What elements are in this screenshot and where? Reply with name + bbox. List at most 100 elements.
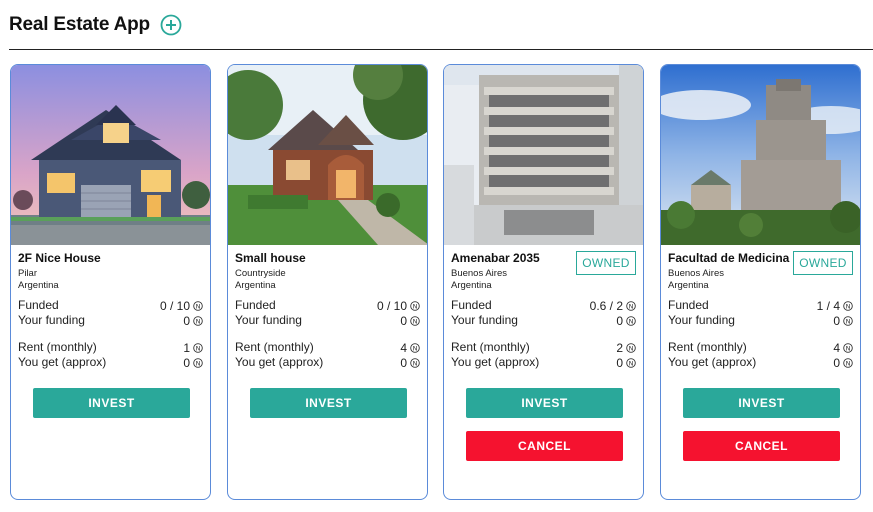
property-country: Argentina bbox=[451, 280, 492, 291]
rent-value: 4 bbox=[400, 340, 407, 355]
app-title: Real Estate App bbox=[9, 14, 150, 35]
cancel-button[interactable]: CANCEL bbox=[683, 431, 840, 461]
invest-button[interactable]: INVEST bbox=[466, 388, 623, 418]
rent-row: Rent (monthly) 1N bbox=[18, 340, 203, 355]
svg-text:N: N bbox=[846, 302, 851, 310]
svg-text:N: N bbox=[413, 302, 418, 310]
funded-value: 0 / 10 bbox=[376, 298, 407, 313]
invest-button[interactable]: INVEST bbox=[250, 388, 407, 418]
token-icon: N bbox=[410, 342, 420, 353]
property-card: Amenabar 2035 OWNED Buenos Aires Argenti… bbox=[443, 64, 644, 500]
your-funding-label: Your funding bbox=[451, 313, 518, 327]
property-image bbox=[661, 65, 860, 245]
token-icon: N bbox=[843, 342, 853, 353]
svg-text:N: N bbox=[846, 317, 851, 325]
token-icon: N bbox=[843, 315, 853, 326]
token-icon: N bbox=[193, 357, 203, 368]
your-funding-label: Your funding bbox=[18, 313, 85, 327]
header: Real Estate App bbox=[9, 10, 182, 40]
property-city: Countryside bbox=[235, 268, 286, 279]
plus-circle-icon bbox=[160, 14, 182, 36]
funded-label: Funded bbox=[235, 298, 276, 312]
svg-text:N: N bbox=[413, 359, 418, 367]
funded-label: Funded bbox=[451, 298, 492, 312]
funded-label: Funded bbox=[668, 298, 709, 312]
you-get-label: You get (approx) bbox=[451, 355, 540, 369]
funded-value: 0 / 10 bbox=[159, 298, 190, 313]
svg-text:N: N bbox=[629, 344, 634, 352]
property-image bbox=[444, 65, 643, 245]
token-icon: N bbox=[410, 300, 420, 311]
property-card: Small house Countryside Argentina Funded… bbox=[227, 64, 428, 500]
rent-value: 2 bbox=[616, 340, 623, 355]
svg-text:N: N bbox=[629, 302, 634, 310]
property-name: Amenabar 2035 bbox=[451, 251, 540, 265]
add-property-button[interactable] bbox=[160, 14, 182, 36]
property-name: 2F Nice House bbox=[18, 251, 101, 265]
rent-row: Rent (monthly) 4N bbox=[668, 340, 853, 355]
your-funding-value: 0 bbox=[400, 313, 407, 328]
property-country: Argentina bbox=[18, 280, 59, 291]
token-icon: N bbox=[410, 357, 420, 368]
header-divider bbox=[9, 49, 873, 50]
svg-text:N: N bbox=[629, 359, 634, 367]
funded-value: 1 / 4 bbox=[816, 298, 840, 313]
token-icon: N bbox=[193, 315, 203, 326]
svg-text:N: N bbox=[196, 344, 201, 352]
you-get-value: 0 bbox=[616, 355, 623, 370]
funded-row: Funded 0 / 10 N bbox=[18, 298, 203, 313]
token-icon: N bbox=[843, 300, 853, 311]
you-get-row: You get (approx) 0N bbox=[18, 355, 203, 370]
your-funding-value: 0 bbox=[833, 313, 840, 328]
owned-badge: OWNED bbox=[576, 251, 636, 275]
your-funding-row: Your funding 0N bbox=[668, 313, 853, 328]
property-card: Facultad de Medicina OWNED Buenos Aires … bbox=[660, 64, 861, 500]
your-funding-row: Your funding 0N bbox=[451, 313, 636, 328]
svg-text:N: N bbox=[196, 302, 201, 310]
token-icon: N bbox=[626, 300, 636, 311]
your-funding-label: Your funding bbox=[235, 313, 302, 327]
property-image bbox=[228, 65, 427, 245]
you-get-row: You get (approx) 0N bbox=[451, 355, 636, 370]
funded-value: 0.6 / 2 bbox=[589, 298, 623, 313]
funded-label: Funded bbox=[18, 298, 59, 312]
svg-text:N: N bbox=[196, 359, 201, 367]
you-get-value: 0 bbox=[183, 355, 190, 370]
token-icon: N bbox=[626, 342, 636, 353]
your-funding-row: Your funding 0N bbox=[18, 313, 203, 328]
funded-row: Funded 0 / 10 N bbox=[235, 298, 420, 313]
rent-label: Rent (monthly) bbox=[235, 340, 314, 354]
your-funding-value: 0 bbox=[183, 313, 190, 328]
rent-row: Rent (monthly) 4N bbox=[235, 340, 420, 355]
rent-row: Rent (monthly) 2N bbox=[451, 340, 636, 355]
token-icon: N bbox=[410, 315, 420, 326]
cancel-button[interactable]: CANCEL bbox=[466, 431, 623, 461]
your-funding-value: 0 bbox=[616, 313, 623, 328]
svg-text:N: N bbox=[413, 344, 418, 352]
rent-label: Rent (monthly) bbox=[18, 340, 97, 354]
you-get-value: 0 bbox=[833, 355, 840, 370]
property-card: 2F Nice House Pilar Argentina Funded 0 /… bbox=[10, 64, 211, 500]
funded-row: Funded 1 / 4 N bbox=[668, 298, 853, 313]
svg-text:N: N bbox=[846, 359, 851, 367]
token-icon: N bbox=[626, 357, 636, 368]
rent-label: Rent (monthly) bbox=[451, 340, 530, 354]
rent-value: 4 bbox=[833, 340, 840, 355]
svg-text:N: N bbox=[413, 317, 418, 325]
property-country: Argentina bbox=[235, 280, 276, 291]
token-icon: N bbox=[193, 300, 203, 311]
token-icon: N bbox=[193, 342, 203, 353]
property-name: Small house bbox=[235, 251, 306, 265]
property-image bbox=[11, 65, 210, 245]
you-get-label: You get (approx) bbox=[18, 355, 107, 369]
svg-text:N: N bbox=[196, 317, 201, 325]
you-get-row: You get (approx) 0N bbox=[668, 355, 853, 370]
invest-button[interactable]: INVEST bbox=[683, 388, 840, 418]
property-city: Pilar bbox=[18, 268, 38, 279]
svg-text:N: N bbox=[846, 344, 851, 352]
invest-button[interactable]: INVEST bbox=[33, 388, 190, 418]
token-icon: N bbox=[626, 315, 636, 326]
rent-label: Rent (monthly) bbox=[668, 340, 747, 354]
token-icon: N bbox=[843, 357, 853, 368]
funded-row: Funded 0.6 / 2 N bbox=[451, 298, 636, 313]
